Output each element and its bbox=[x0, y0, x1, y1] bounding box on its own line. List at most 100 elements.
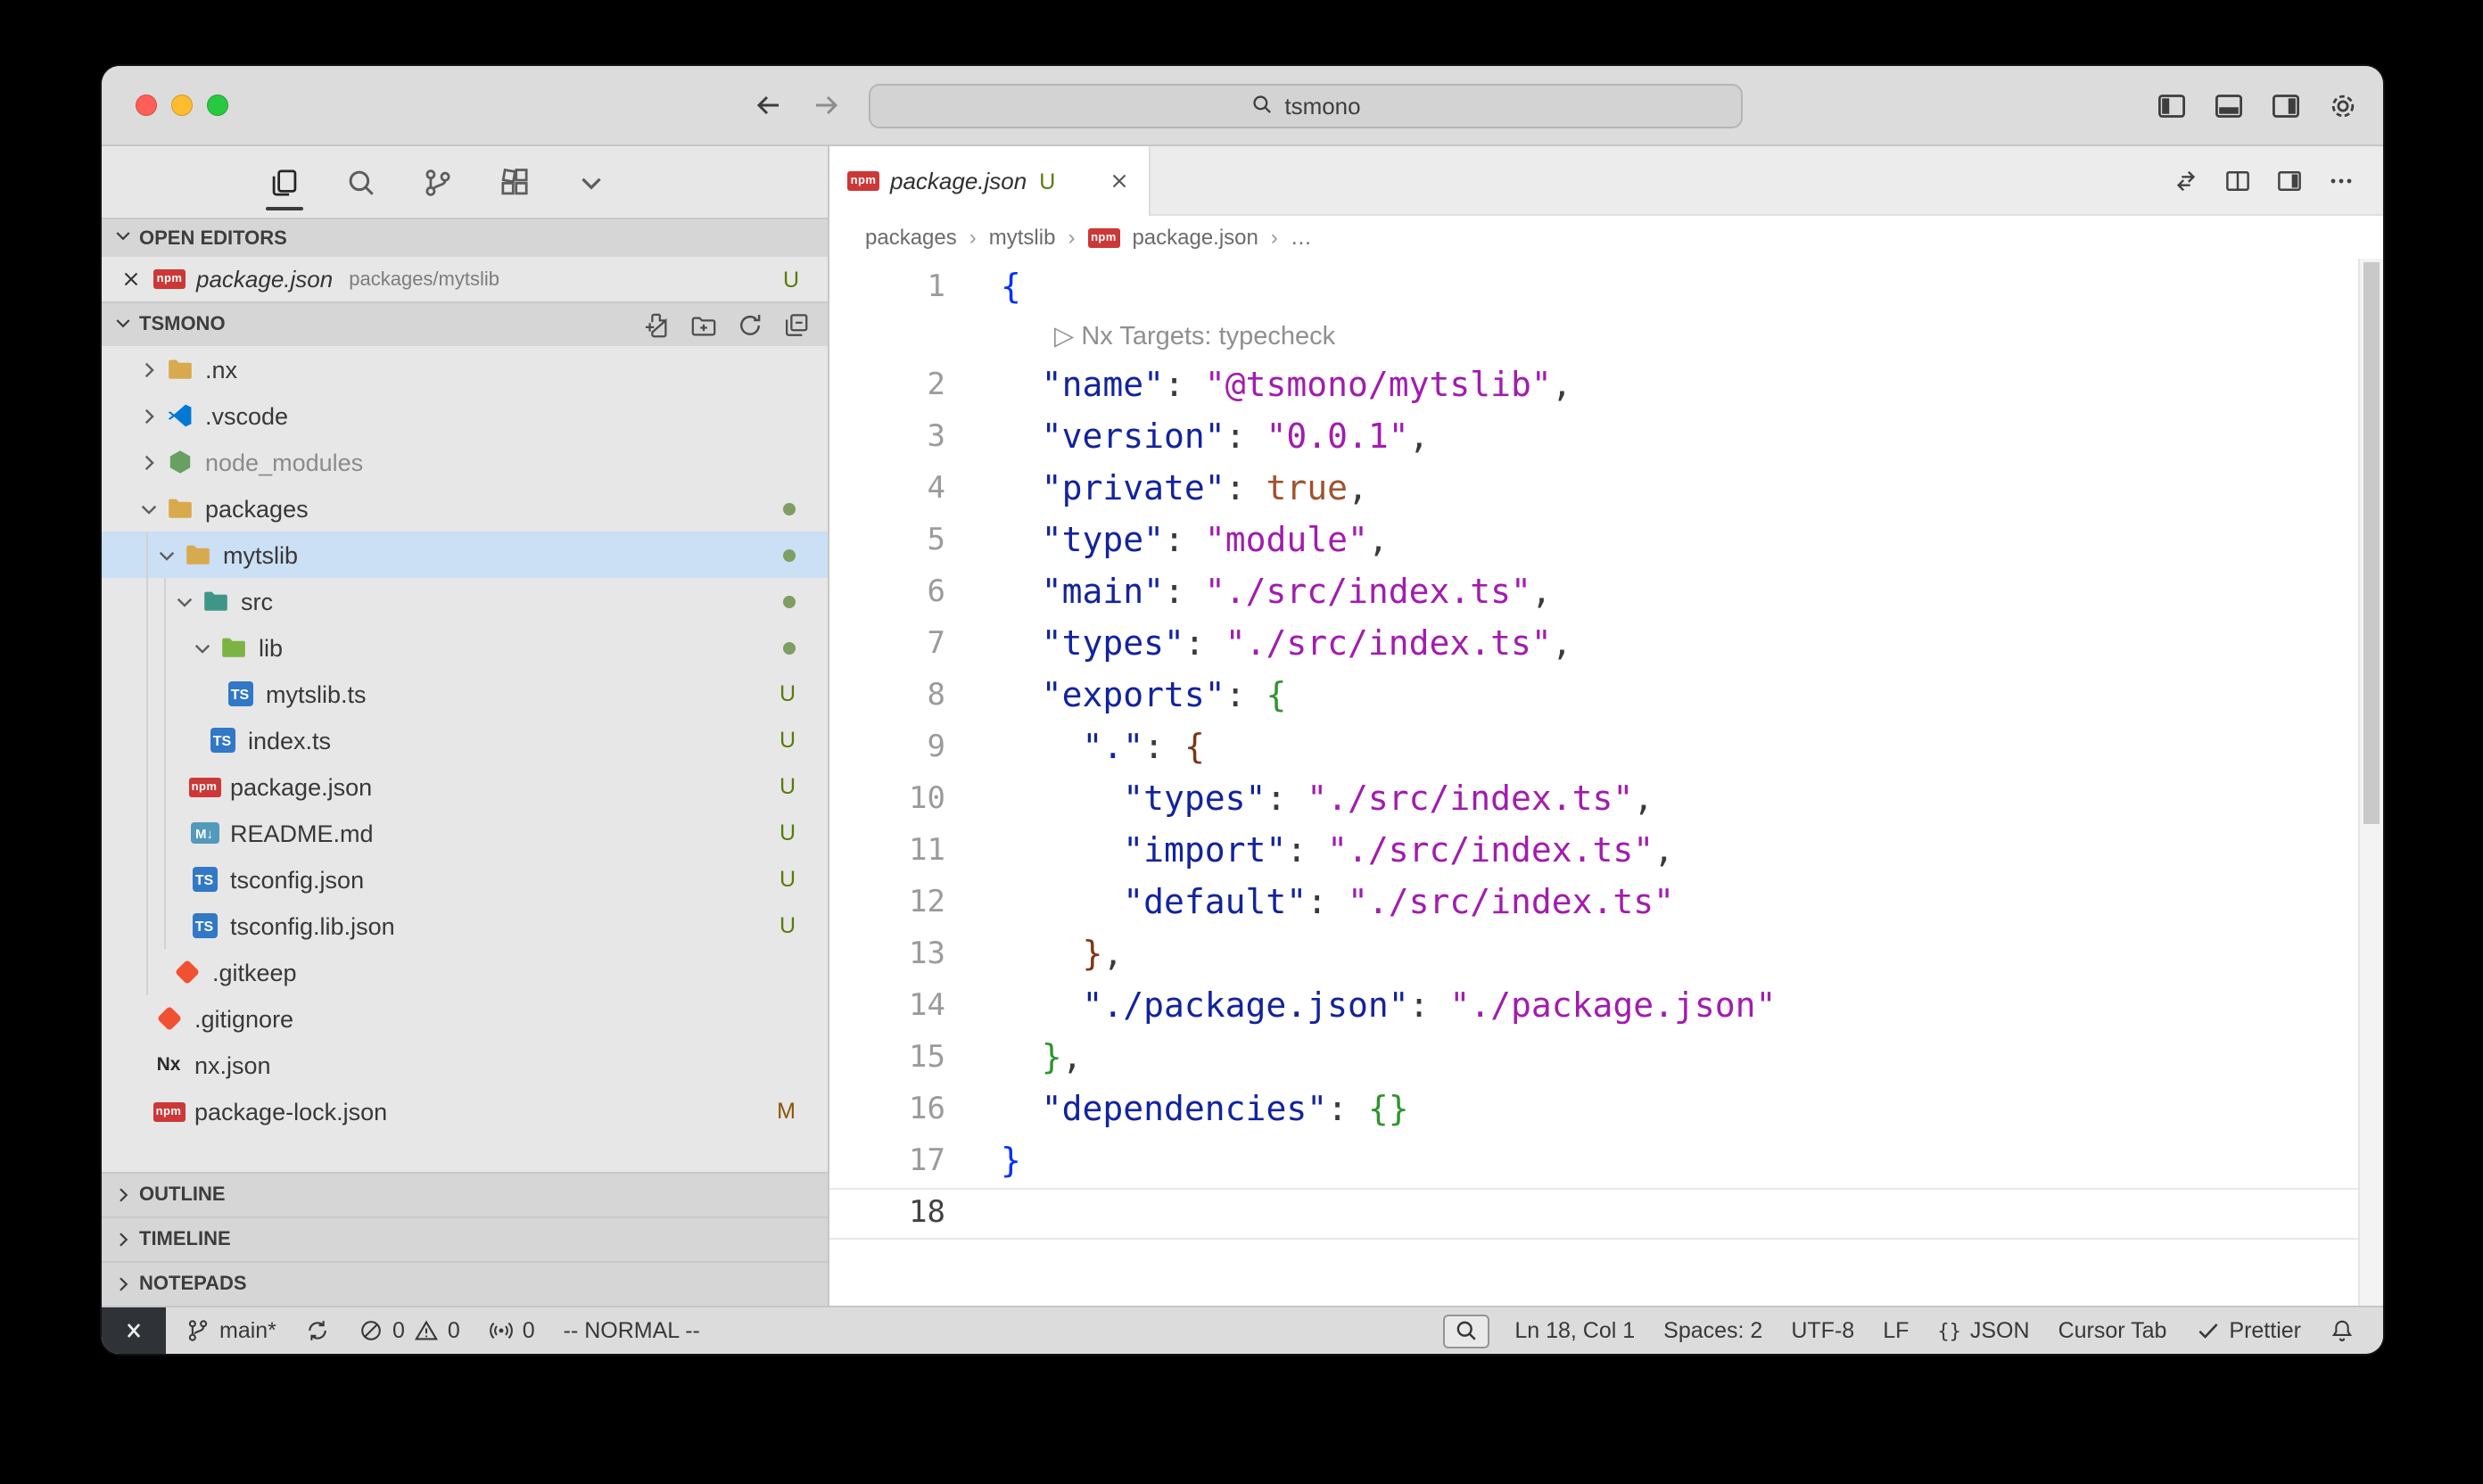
code-editor[interactable]: 1{▷ Nx Targets: typecheck2 "name": "@tsm… bbox=[829, 259, 2383, 1306]
code-line-text[interactable]: "types": "./src/index.ts", bbox=[972, 774, 1654, 826]
tree-item-package-json[interactable]: npmpackage.jsonU bbox=[102, 763, 828, 810]
code-line-text[interactable]: "./package.json": "./package.json" bbox=[972, 981, 1776, 1033]
status-cursor-tab[interactable]: Cursor Tab bbox=[2044, 1307, 2182, 1354]
new-file-icon[interactable] bbox=[644, 311, 671, 338]
tree-item-mytslib-ts[interactable]: TSmytslib.tsU bbox=[102, 671, 828, 717]
layout-icon[interactable] bbox=[2276, 167, 2303, 194]
code-line-text[interactable] bbox=[972, 1188, 1001, 1240]
code-line-text[interactable]: "import": "./src/index.ts", bbox=[972, 826, 1674, 878]
tree-item-node-modules[interactable]: node_modules bbox=[102, 439, 828, 485]
code-token bbox=[1001, 624, 1042, 664]
compare-icon[interactable] bbox=[2173, 167, 2199, 194]
tree-item--nx[interactable]: .nx bbox=[102, 346, 828, 392]
code-line-text[interactable]: "main": "./src/index.ts", bbox=[972, 567, 1552, 619]
search-icon bbox=[346, 167, 376, 197]
status-language-mode[interactable]: {}JSON bbox=[1923, 1307, 2043, 1354]
code-line-text[interactable]: { bbox=[972, 262, 1021, 314]
section-notepads[interactable]: NOTEPADS bbox=[102, 1261, 828, 1306]
activity-search[interactable] bbox=[346, 146, 376, 218]
panel-left-icon[interactable] bbox=[2157, 90, 2187, 120]
git-status-badge: U bbox=[780, 681, 796, 706]
code-line-text[interactable]: "types": "./src/index.ts", bbox=[972, 619, 1572, 671]
code-line-text[interactable]: "exports": { bbox=[972, 671, 1286, 722]
status-notifications[interactable] bbox=[2315, 1307, 2369, 1354]
tree-item-packages[interactable]: packages bbox=[102, 485, 828, 532]
tree-item--vscode[interactable]: .vscode bbox=[102, 392, 828, 439]
section-timeline[interactable]: TIMELINE bbox=[102, 1216, 828, 1261]
open-editor-item[interactable]: npmpackage.jsonpackages/mytslibU bbox=[102, 257, 828, 301]
split-icon[interactable] bbox=[2224, 167, 2251, 194]
tree-item-nx-json[interactable]: Nxnx.json bbox=[102, 1042, 828, 1088]
status-encoding[interactable]: UTF-8 bbox=[1777, 1307, 1868, 1354]
status-remote-indicator[interactable] bbox=[102, 1307, 166, 1354]
code-line-text[interactable]: "type": "module", bbox=[972, 515, 1389, 567]
status-zoom[interactable] bbox=[1443, 1314, 1489, 1348]
code-token: "@tsmono/mytslib" bbox=[1205, 366, 1552, 405]
code-line-text[interactable]: "default": "./src/index.ts" bbox=[972, 878, 1674, 929]
arrow-right-icon[interactable] bbox=[812, 91, 840, 120]
tree-item-tsconfig-lib-json[interactable]: TStsconfig.lib.jsonU bbox=[102, 903, 828, 949]
open-editors-header[interactable]: OPEN EDITORS bbox=[102, 218, 828, 257]
status-left: main*000-- NORMAL -- bbox=[102, 1307, 714, 1354]
status-ports[interactable]: 0 bbox=[474, 1307, 549, 1354]
arrow-left-icon[interactable] bbox=[755, 91, 783, 120]
code-line-text[interactable]: }, bbox=[972, 929, 1123, 981]
tree-item--gitkeep[interactable]: .gitkeep bbox=[102, 949, 828, 995]
status-eol[interactable]: LF bbox=[1868, 1307, 1923, 1354]
status-indentation[interactable]: Spaces: 2 bbox=[1649, 1307, 1777, 1354]
close-icon[interactable] bbox=[120, 268, 143, 291]
code-line-text[interactable]: ".": { bbox=[972, 722, 1205, 774]
code-line-text[interactable]: }, bbox=[972, 1033, 1083, 1084]
status-formatter[interactable]: Prettier bbox=[2181, 1307, 2315, 1354]
breadcrumb-item[interactable]: mytslib bbox=[989, 225, 1056, 250]
activity-files[interactable] bbox=[269, 146, 300, 218]
tab-package-json[interactable]: npmpackage.jsonU bbox=[829, 146, 1151, 216]
tree-item-index-ts[interactable]: TSindex.tsU bbox=[102, 717, 828, 763]
code-line-text[interactable]: "version": "0.0.1", bbox=[972, 412, 1430, 464]
tree-item-src[interactable]: src bbox=[102, 578, 828, 624]
gear-icon[interactable] bbox=[2328, 90, 2358, 120]
explorer-header[interactable]: TSMONO bbox=[102, 301, 828, 346]
status-vim-mode[interactable]: -- NORMAL -- bbox=[549, 1307, 714, 1354]
breadcrumb-item[interactable]: packages bbox=[865, 225, 957, 250]
more-icon[interactable] bbox=[2328, 167, 2355, 194]
code-line-text[interactable]: } bbox=[972, 1136, 1021, 1188]
new-folder-icon[interactable] bbox=[690, 311, 717, 338]
code-line-text[interactable]: "name": "@tsmono/mytslib", bbox=[972, 360, 1572, 412]
tree-item-readme-md[interactable]: M↓README.mdU bbox=[102, 810, 828, 856]
status-problems[interactable]: 00 bbox=[344, 1307, 474, 1354]
status-git-branch[interactable]: main* bbox=[171, 1307, 291, 1354]
sidebar-spacer bbox=[102, 1134, 828, 1172]
status-text: Spaces: 2 bbox=[1663, 1318, 1762, 1343]
tab-close-icon[interactable] bbox=[1108, 169, 1131, 193]
panel-bottom-icon[interactable] bbox=[2214, 90, 2244, 120]
status-sync[interactable] bbox=[291, 1307, 344, 1354]
extensions-icon bbox=[499, 167, 530, 197]
zoom-window-button[interactable] bbox=[207, 95, 228, 116]
close-window-button[interactable] bbox=[136, 95, 157, 116]
breadcrumb-item[interactable]: … bbox=[1291, 225, 1312, 250]
breadcrumb-item[interactable]: package.json bbox=[1132, 225, 1258, 250]
scrollbar-thumb[interactable] bbox=[2363, 262, 2380, 824]
activity-extensions[interactable] bbox=[499, 146, 530, 218]
activity-chevron-down[interactable] bbox=[576, 146, 606, 218]
tree-item-label: tsconfig.lib.json bbox=[230, 912, 395, 939]
tree-item-mytslib[interactable]: mytslib bbox=[102, 532, 828, 578]
code-line-text[interactable]: "private": true, bbox=[972, 464, 1368, 515]
code-line-text[interactable]: "dependencies": {} bbox=[972, 1084, 1409, 1136]
refresh-icon[interactable] bbox=[737, 311, 763, 338]
minimize-window-button[interactable] bbox=[171, 95, 193, 116]
activity-source-control[interactable] bbox=[423, 146, 453, 218]
collapse-all-icon[interactable] bbox=[783, 311, 810, 338]
tree-item-lib[interactable]: lib bbox=[102, 624, 828, 671]
command-center-search[interactable]: tsmono bbox=[869, 84, 1743, 128]
codelens-nx-targets[interactable]: ▷ Nx Targets: typecheck bbox=[829, 314, 2383, 360]
tree-item--gitignore[interactable]: .gitignore bbox=[102, 995, 828, 1042]
status-cursor-position[interactable]: Ln 18, Col 1 bbox=[1500, 1307, 1649, 1354]
tree-item-tsconfig-json[interactable]: TStsconfig.jsonU bbox=[102, 856, 828, 903]
panel-right-icon[interactable] bbox=[2271, 90, 2301, 120]
scrollbar[interactable] bbox=[2358, 259, 2383, 1306]
tree-item-package-lock-json[interactable]: npmpackage-lock.jsonM bbox=[102, 1088, 828, 1134]
section-outline[interactable]: OUTLINE bbox=[102, 1172, 828, 1216]
tree-item-label: node_modules bbox=[205, 449, 363, 475]
